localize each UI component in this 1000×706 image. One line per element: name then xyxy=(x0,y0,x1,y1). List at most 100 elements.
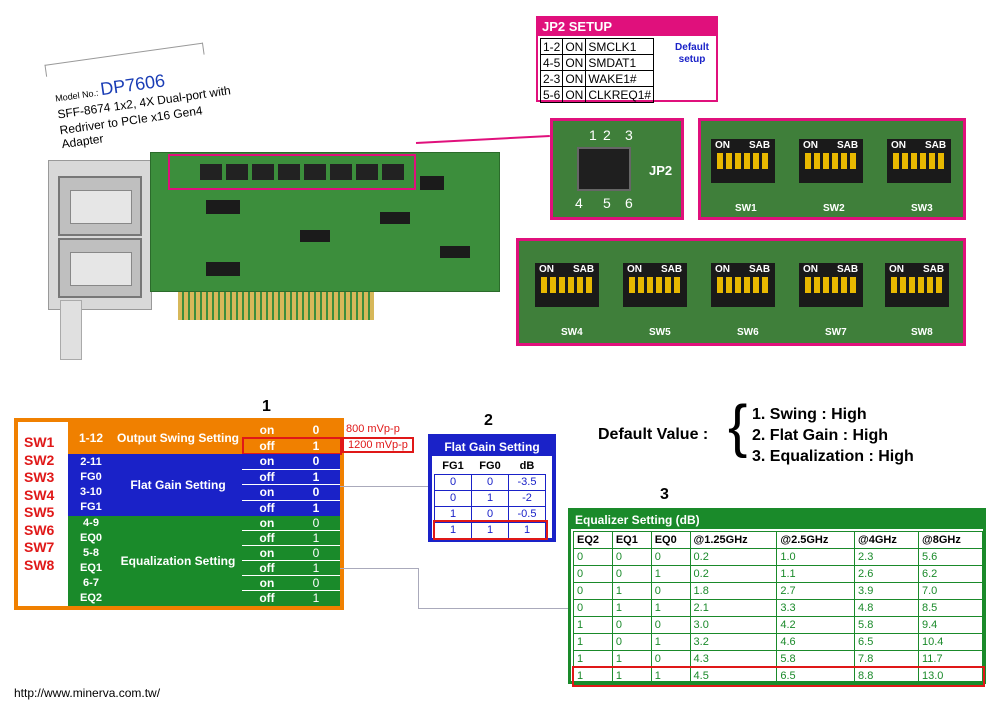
pin-label: 3 xyxy=(625,127,633,143)
cell: 4.6 xyxy=(776,633,856,651)
switch-name: SW6 xyxy=(24,521,55,538)
cell: SMDAT1 xyxy=(585,54,655,71)
pin-range: 4-9 xyxy=(83,517,99,529)
equalizer-title: Equalizer Setting (dB) xyxy=(571,511,983,529)
cell: 1-2 xyxy=(539,38,564,55)
dip-levers xyxy=(717,277,769,293)
cell: 2-3 xyxy=(539,70,564,87)
pin-signal: EQ0 xyxy=(79,532,102,544)
table-row: 1 0 0 3.0 4.2 5.8 9.4 xyxy=(573,616,983,634)
pin-range: 5-8 xyxy=(83,547,99,559)
table2-number: 2 xyxy=(484,412,493,429)
cell: 0 xyxy=(573,582,613,600)
flat-gain-grid: FG1 FG0 dB 0 0 -3.5 0 1 -2 1 0 -0.5 1 1 … xyxy=(432,458,548,540)
fg-pins: 2-11 FG0 3-10 FG1 xyxy=(68,454,114,516)
cell: 1 xyxy=(573,616,613,634)
cell: 7.8 xyxy=(854,650,919,668)
cell: 4.2 xyxy=(776,616,856,634)
table-row: 0 0 0 0.2 1.0 2.3 5.6 xyxy=(573,548,983,566)
dip-levers xyxy=(805,277,857,293)
jp2-photo: 1 2 3 4 5 6 JP2 xyxy=(550,118,684,220)
jp2-silk-label: JP2 xyxy=(649,163,673,178)
cell: on xyxy=(259,485,275,499)
default-value-label: Default Value : xyxy=(598,426,709,443)
dip-levers xyxy=(541,277,593,293)
dip-sab-label: SAB xyxy=(749,264,771,275)
dip-on-label: ON xyxy=(715,140,730,151)
table-row: on 0 xyxy=(242,546,340,561)
pin-label: 5 xyxy=(603,195,611,211)
cell: 0 xyxy=(650,582,691,600)
column-header: @2.5GHz xyxy=(776,531,856,549)
cell: CLKREQ1# xyxy=(585,86,655,103)
dip-switch: ON SAB xyxy=(623,263,687,307)
cell: 3.2 xyxy=(689,633,778,651)
dip-levers xyxy=(891,277,943,293)
cell: 0 xyxy=(312,516,320,530)
dip-sab-label: SAB xyxy=(661,264,683,275)
cell: 3.0 xyxy=(689,616,778,634)
cell: 5.8 xyxy=(854,616,919,634)
chip-2 xyxy=(206,262,240,276)
cell: 0 xyxy=(434,473,472,491)
chip-4 xyxy=(380,212,410,224)
website-url[interactable]: http://www.minerva.com.tw/ xyxy=(14,686,160,700)
switch-photo-sw1-sw3: ON SAB ON SAB ON SAB SW1 SW2 SW3 xyxy=(698,118,966,220)
cell: 0 xyxy=(650,548,691,566)
connector-to-table2 xyxy=(340,486,428,487)
cell: 1 xyxy=(312,469,320,484)
cell: 0 xyxy=(312,454,320,468)
column-header: dB xyxy=(519,459,535,472)
cell: 0 xyxy=(573,548,613,566)
cell: 1 xyxy=(312,561,320,575)
table-row: on 0 xyxy=(242,576,340,591)
cell: 10.4 xyxy=(918,633,983,651)
flat-gain-table: Flat Gain Setting FG1 FG0 dB 0 0 -3.5 0 … xyxy=(428,434,556,542)
cell: 0 xyxy=(573,599,613,617)
sw-silk-label: SW7 xyxy=(825,327,847,338)
eq-pins: 4-9 EQ0 5-8 EQ1 6-7 EQ2 xyxy=(68,516,114,606)
table-row: off 1 xyxy=(242,591,340,606)
table-row: on 0 xyxy=(242,516,340,531)
cell: 8.5 xyxy=(918,599,983,617)
table-row: 4-5 ON SMDAT1 xyxy=(539,54,655,71)
table-row: 1-2 ON SMCLK1 xyxy=(539,38,655,55)
pin-label: 4 xyxy=(575,195,583,211)
dip-switch: ON SAB xyxy=(887,139,951,183)
cell: 1 xyxy=(508,521,546,539)
switch-list: SW1 SW2 SW3 SW4 SW5 SW6 SW7 SW8 xyxy=(24,434,54,574)
cell: 4.8 xyxy=(854,599,919,617)
sff-8674-port-2 xyxy=(58,238,142,298)
header-row: EQ2 EQ1 EQ0 @1.25GHz @2.5GHz @4GHz @8GHz xyxy=(573,531,983,549)
cell: 6.5 xyxy=(776,667,856,685)
cell: 0 xyxy=(312,546,320,560)
switch-name: SW5 xyxy=(24,504,55,520)
cell: 1 xyxy=(312,500,320,515)
fg-rows: on 0 off 1 on 0 off 1 xyxy=(242,454,340,516)
chip-1 xyxy=(206,200,240,214)
column-header: EQ1 xyxy=(611,531,652,549)
cell: 0 xyxy=(471,505,509,523)
cell: ON xyxy=(562,54,587,71)
switch-name: SW2 xyxy=(24,451,55,468)
table-row: off 1 xyxy=(242,561,340,576)
swing-note-high: 1200 mVp-p xyxy=(342,437,414,453)
dip-sab-label: SAB xyxy=(837,264,859,275)
cell: 0 xyxy=(471,473,509,491)
cell: 2.3 xyxy=(854,548,919,566)
dip-on-label: ON xyxy=(891,140,906,151)
cell: -3.5 xyxy=(508,473,546,491)
cell: 6.5 xyxy=(854,633,919,651)
dip-levers xyxy=(893,153,945,169)
sw-silk-label: SW4 xyxy=(561,327,583,338)
cell: on xyxy=(259,516,275,530)
out-label: Output Swing Setting xyxy=(114,422,242,454)
dip-on-label: ON xyxy=(803,264,818,275)
dip-levers xyxy=(805,153,857,169)
cell: 8.8 xyxy=(854,667,919,685)
swing-note-low: 800 mVp-p xyxy=(346,423,400,435)
jp2-table: 1-2 ON SMCLK1 4-5 ON SMDAT1 2-3 ON WAKE1… xyxy=(539,38,655,103)
switch-name: SW3 xyxy=(24,469,55,485)
cell: WAKE1# xyxy=(585,70,655,87)
sw-silk-label: SW2 xyxy=(823,203,845,214)
